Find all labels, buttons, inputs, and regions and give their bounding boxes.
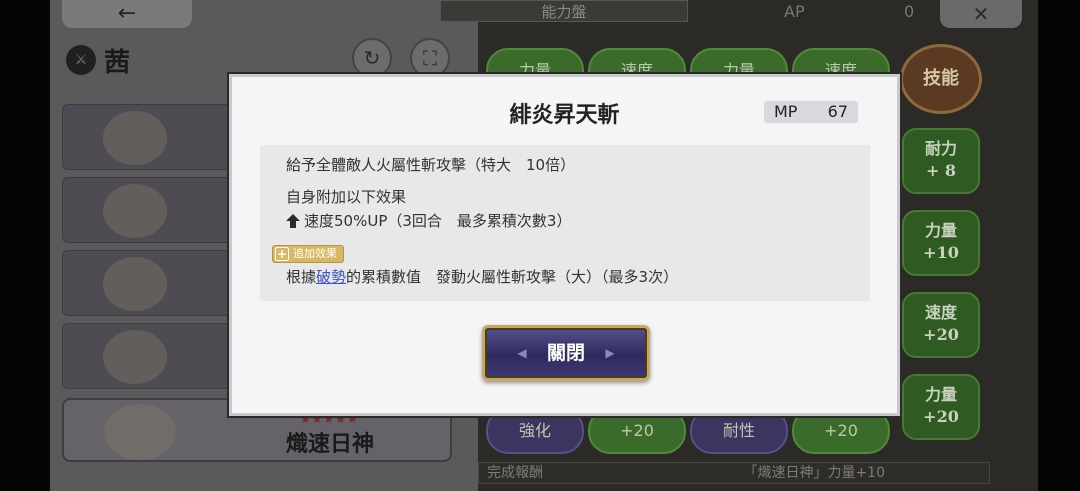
desc-line: 自身附加以下效果 — [286, 188, 407, 206]
skill-description: 給予全體敵人火屬性斬攻擊（特大 10倍） 自身附加以下效果 速度50%UP（3回… — [260, 145, 870, 301]
mp-value: 67 — [827, 102, 848, 121]
desc-line: 給予全體敵人火屬性斬攻擊（特大 10倍） — [286, 156, 576, 174]
extra-effect-row: + 追加效果 — [272, 241, 844, 265]
skill-detail-dialog: 緋炎昇天斬 MP 67 給予全體敵人火屬性斬攻擊（特大 10倍） 自身附加以下效… — [229, 74, 900, 416]
buff-text: 速度50%UP（3回合 最多累積次數3） — [304, 212, 572, 230]
extra-effect-text: 根據破勢的累積數值 發動火屬性斬攻擊（大）（最多3次） — [286, 265, 844, 289]
arrow-up-icon — [286, 214, 300, 228]
keyword-link[interactable]: 破勢 — [316, 268, 346, 286]
close-dialog-label: 關閉 — [546, 342, 585, 364]
extra-effect-badge: + 追加效果 — [272, 245, 344, 263]
mp-label: MP — [774, 102, 798, 121]
mp-cost-badge: MP 67 — [764, 101, 858, 123]
extra-prefix: 根據 — [286, 268, 317, 286]
extra-effect-label: 追加效果 — [293, 247, 337, 260]
close-dialog-button[interactable]: ◀ 關閉 ▶ — [482, 325, 650, 381]
right-ornament-icon: ▶ — [605, 346, 615, 360]
game-screen: ← ⚔ 茜 ↻ ⛶ ★★★★★ 熾速日神 能力盤 AP 0 ✕ 力量 速度 力量… — [0, 0, 1080, 491]
extra-suffix: 的累積數值 發動火屬性斬攻擊（大）（最多3次） — [346, 268, 679, 286]
desc-line-buff: 速度50%UP（3回合 最多累積次數3） — [286, 209, 844, 233]
plus-icon: + — [275, 247, 289, 261]
left-ornament-icon: ◀ — [517, 346, 527, 360]
